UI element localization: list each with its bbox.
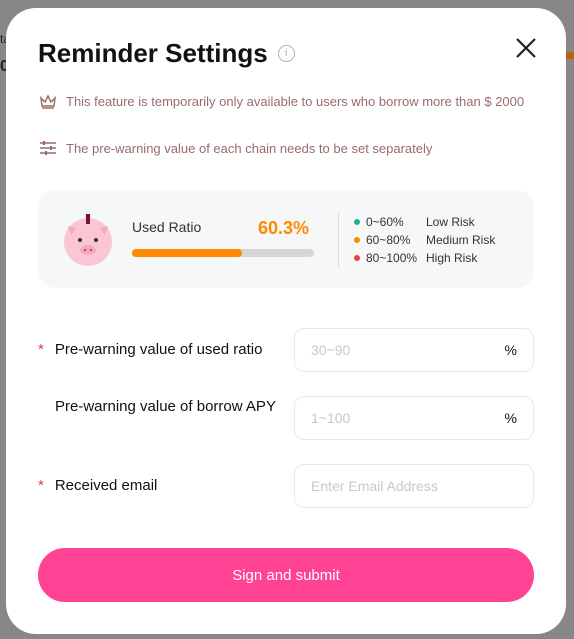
label-text: Pre-warning value of used ratio <box>54 341 263 358</box>
unit-label: % <box>504 342 517 358</box>
sign-and-submit-button[interactable]: Sign and submit <box>38 548 534 602</box>
reminder-settings-modal: Reminder Settings i This feature is temp… <box>6 8 566 634</box>
legend-range: 60~80% <box>366 233 411 247</box>
green-dot-icon <box>354 219 360 225</box>
used-ratio-input[interactable]: 30~90% <box>294 328 534 372</box>
risk-legend: 0~60% Low Risk 60~80% Medium Risk 80~100% H… <box>354 213 495 267</box>
red-dot-icon <box>354 255 360 261</box>
used-ratio-bar <box>132 249 314 257</box>
legend-high-risk: 80~100% High Risk <box>354 249 495 267</box>
divider <box>338 212 339 268</box>
borrow-apy-input[interactable]: 1~100% <box>294 396 534 440</box>
legend-label: Medium Risk <box>426 233 496 247</box>
used-ratio-bar-fill <box>132 249 242 257</box>
piggy-bank-icon <box>64 214 112 266</box>
legend-label: High Risk <box>426 251 478 265</box>
used-ratio-card: Used Ratio 60.3% 0~60% Low Risk 60~80% Med… <box>38 190 534 288</box>
email-field-label: * Received email <box>38 475 157 497</box>
label-text: Received email <box>54 477 158 494</box>
placeholder: Enter Email Address <box>311 478 438 494</box>
used-ratio-label: Used Ratio <box>132 219 202 235</box>
legend-range: 80~100% <box>366 251 418 265</box>
placeholder: 30~90 <box>311 342 351 358</box>
borrow-apy-field-label: Pre-warning value of borrow APY <box>38 396 278 418</box>
email-input[interactable]: Enter Email Address <box>294 464 534 508</box>
modal-title: Reminder Settings i <box>38 38 295 69</box>
legend-range: 0~60% <box>366 215 404 229</box>
label-text: Pre-warning value of borrow APY <box>55 398 276 415</box>
required-mark: * <box>38 477 44 494</box>
note-borrow-limit: This feature is temporarily only availab… <box>38 92 538 112</box>
note-text: This feature is temporarily only availab… <box>66 94 525 109</box>
close-icon[interactable] <box>514 36 538 60</box>
note-per-chain: The pre-warning value of each chain need… <box>38 139 538 159</box>
info-icon[interactable]: i <box>277 45 295 62</box>
sliders-icon <box>40 141 56 155</box>
orange-dot-icon <box>354 237 360 243</box>
placeholder: 1~100 <box>311 410 351 426</box>
unit-label: % <box>504 410 517 426</box>
required-mark: * <box>38 341 44 358</box>
legend-low-risk: 0~60% Low Risk <box>354 213 495 231</box>
legend-medium-risk: 60~80% Medium Risk <box>354 231 495 249</box>
crown-icon <box>39 94 57 109</box>
used-ratio-field-label: * Pre-warning value of used ratio <box>38 339 262 361</box>
note-text: The pre-warning value of each chain need… <box>66 141 433 156</box>
used-ratio-value: 60.3% <box>258 218 310 238</box>
legend-label: Low Risk <box>426 215 475 229</box>
title-text: Reminder Settings <box>38 38 268 68</box>
